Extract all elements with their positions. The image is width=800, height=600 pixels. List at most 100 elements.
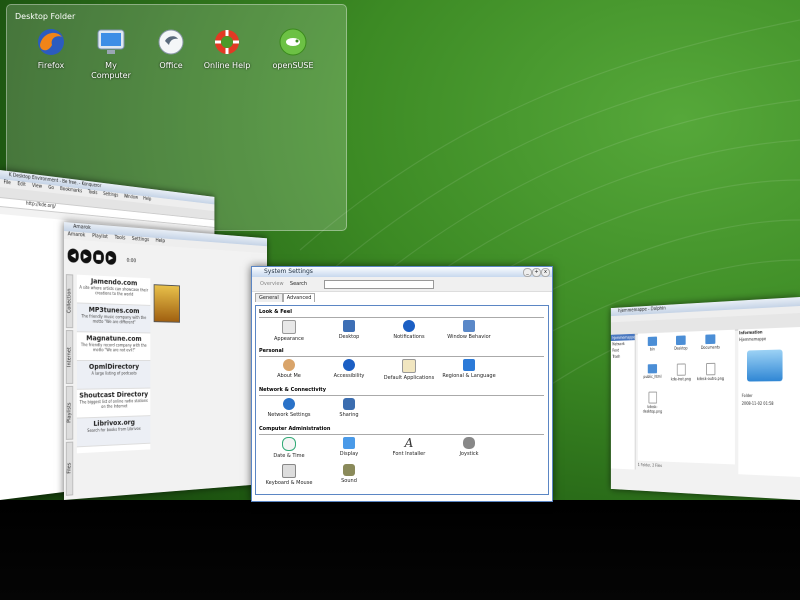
module-label: Sound <box>341 478 357 484</box>
module-appearance[interactable]: Appearance <box>259 320 319 342</box>
menu-tools[interactable]: Tools <box>88 189 97 196</box>
tab-advanced[interactable]: Advanced <box>282 293 316 302</box>
overview-button[interactable]: Overview <box>260 281 284 287</box>
file-name: Desktop <box>674 345 688 351</box>
stop-icon[interactable]: ■ <box>93 249 104 265</box>
module-font-installer[interactable]: A Font Installer <box>379 437 439 457</box>
tab-general[interactable]: General <box>255 293 283 302</box>
module-notifications[interactable]: Notifications <box>379 320 439 340</box>
file-item[interactable]: public_html <box>639 364 665 379</box>
menu-view[interactable]: View <box>32 183 42 190</box>
menu-go[interactable]: Go <box>48 185 54 191</box>
firefox-icon <box>36 27 66 57</box>
module-label: Sharing <box>339 412 359 418</box>
desktop-folder-title: Desktop Folder <box>15 12 76 21</box>
menu-settings[interactable]: Settings <box>103 191 118 198</box>
tab-internet[interactable]: Internet <box>65 330 74 384</box>
search-input[interactable] <box>324 280 434 289</box>
list-item[interactable]: Magnatune.com The friendly record company… <box>76 332 151 361</box>
online-help-launcher[interactable]: Online Help <box>197 27 257 71</box>
accessibility-icon <box>343 359 355 371</box>
module-label: Default Applications <box>383 375 435 381</box>
file-name: Documents <box>700 344 720 350</box>
info-name: Hjemmemappe <box>739 336 767 343</box>
image-file-icon <box>705 362 715 376</box>
section-divider <box>259 395 544 396</box>
dolphin-window[interactable]: hjemmemappe - Dolphin hjemmemappe Networ… <box>610 297 800 500</box>
service-desc: The friendly music company with the mott… <box>81 313 147 325</box>
module-accessibility[interactable]: Accessibility <box>319 359 379 379</box>
module-network-settings[interactable]: Network Settings <box>259 398 319 418</box>
my-computer-launcher[interactable]: My Computer <box>81 27 141 81</box>
module-label: Appearance <box>273 336 305 342</box>
speaker-icon <box>343 464 355 476</box>
module-desktop[interactable]: Desktop <box>319 320 379 340</box>
service-desc: The friendly record company with the mot… <box>80 342 147 353</box>
module-joystick[interactable]: Joystick <box>439 437 499 457</box>
list-item[interactable]: Jamendo.com A site where artists can show… <box>76 274 151 306</box>
menu-amarok[interactable]: Amarok <box>68 231 86 238</box>
module-date-time[interactable]: Date & Time <box>259 437 319 459</box>
close-icon[interactable]: x <box>541 268 550 277</box>
list-item[interactable]: Shoutcast Directory The biggest list of o… <box>76 388 151 419</box>
file-item[interactable]: Documents <box>696 334 724 350</box>
section-divider <box>259 356 544 357</box>
module-label: Accessibility <box>333 373 365 379</box>
module-about-me[interactable]: About Me <box>259 359 319 379</box>
settings-panel: Look & Feel Appearance Desktop Notificat… <box>255 305 549 495</box>
menu-tools[interactable]: Tools <box>115 235 126 242</box>
list-item[interactable]: MP3tunes.com The friendly music company w… <box>76 303 151 334</box>
computer-icon <box>96 27 126 57</box>
menu-window[interactable]: Window <box>124 194 138 201</box>
service-desc: The biggest list of online radio station… <box>79 398 148 409</box>
globe-icon <box>283 398 295 410</box>
menu-help[interactable]: Help <box>156 238 165 244</box>
keyboard-icon <box>282 464 296 478</box>
file-item[interactable]: kdesk-desktop.png <box>639 391 665 414</box>
my-computer-label-line2: Computer <box>91 71 131 80</box>
module-default-applications[interactable]: Default Applications <box>379 359 439 381</box>
tab-playlists[interactable]: Playlists <box>65 385 74 440</box>
module-window-behavior[interactable]: Window Behavior <box>439 320 499 340</box>
previous-icon[interactable]: ◀ <box>67 248 79 263</box>
menu-settings[interactable]: Settings <box>132 236 149 243</box>
list-item[interactable]: OpmlDirectory A large listing of podcasts <box>76 361 151 390</box>
system-settings-titlebar[interactable]: System Settings <box>252 267 552 277</box>
module-sharing[interactable]: Sharing <box>319 398 379 418</box>
system-settings-window[interactable]: System Settings _ + x Overview Search Ge… <box>251 266 553 502</box>
menu-help[interactable]: Help <box>143 196 151 202</box>
module-regional-language[interactable]: Regional & Language <box>439 359 499 379</box>
module-label: Display <box>339 451 359 457</box>
section-title-personal: Personal <box>259 348 284 354</box>
minimize-icon[interactable]: _ <box>523 268 532 277</box>
file-item[interactable]: bin <box>639 336 665 352</box>
module-keyboard-mouse[interactable]: Keyboard & Mouse <box>259 464 319 486</box>
file-name: kdesk-outro.png <box>696 376 725 382</box>
module-sound[interactable]: Sound <box>319 464 379 484</box>
desktop-icon <box>343 320 355 332</box>
track-time: 0:00 <box>126 257 137 265</box>
list-item[interactable]: Librivox.org Search for books from Libriv… <box>76 416 151 448</box>
tab-collection[interactable]: Collection <box>65 274 74 329</box>
maximize-icon[interactable]: + <box>532 268 541 277</box>
file-item[interactable]: kde-inst.png <box>667 363 694 381</box>
file-item[interactable]: Desktop <box>667 335 694 351</box>
opensuse-launcher[interactable]: openSUSE <box>263 27 323 71</box>
next-icon[interactable]: ▶ <box>105 250 117 265</box>
place-trash[interactable]: Trash <box>611 353 635 360</box>
menu-bookmarks[interactable]: Bookmarks <box>60 186 82 194</box>
places-panel: hjemmemappe Network Root Trash <box>610 333 636 470</box>
module-label: Keyboard & Mouse <box>265 480 313 486</box>
menu-file[interactable]: File <box>4 179 11 186</box>
module-display[interactable]: Display <box>319 437 379 457</box>
play-icon[interactable]: ▶ <box>80 249 92 264</box>
menu-edit[interactable]: Edit <box>17 181 25 188</box>
tab-files[interactable]: Files <box>65 441 74 496</box>
firefox-launcher[interactable]: Firefox <box>21 27 81 71</box>
menu-playlist[interactable]: Playlist <box>92 233 108 240</box>
image-file-icon <box>648 391 657 404</box>
amarok-window[interactable]: Amarok Amarok Playlist Tools Settings He… <box>64 222 267 500</box>
office-launcher[interactable]: Office <box>141 27 201 71</box>
file-item[interactable]: kdesk-outro.png <box>696 362 725 382</box>
folder-icon <box>705 334 716 345</box>
